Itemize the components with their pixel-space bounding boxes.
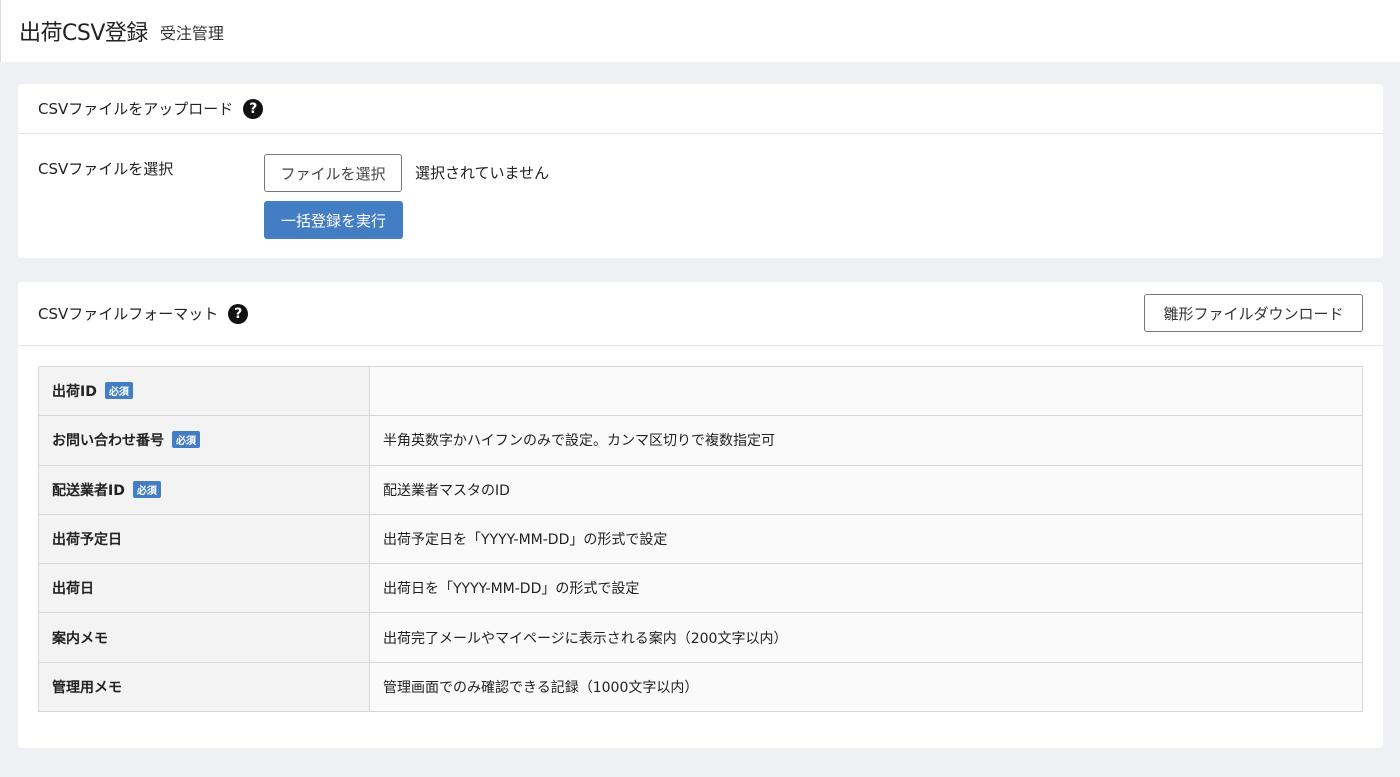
field-key-cell: 出荷日 <box>38 563 370 614</box>
field-key-cell: 出荷予定日 <box>38 513 370 565</box>
field-key-cell: 管理用メモ <box>38 661 370 713</box>
table-row: 配送業者ID 必須 配送業者マスタのID <box>38 464 1363 515</box>
field-key: 配送業者ID <box>52 482 125 499</box>
upload-card-body: CSVファイルを選択 ファイルを選択 選択されていません 一括登録を実行 <box>18 134 1383 257</box>
field-desc-cell: 管理画面でのみ確認できる記録（1000文字以内） <box>369 661 1363 713</box>
bulk-register-button[interactable]: 一括登録を実行 <box>264 201 403 239</box>
table-row: 管理用メモ 管理画面でのみ確認できる記録（1000文字以内） <box>38 661 1363 713</box>
upload-card-title: CSVファイルをアップロード <box>38 100 234 118</box>
page-header: 出荷CSV登録 受注管理 <box>0 0 1400 62</box>
format-table: 出荷ID 必須 お問い合わせ番号 必須 半角英数字かハイフンのみで設定。カンマ区切り… <box>38 365 1363 713</box>
field-key: 管理用メモ <box>52 679 122 696</box>
table-row: 案内メモ 出荷完了メールやマイページに表示される案内（200文字以内） <box>38 612 1363 663</box>
field-desc-cell: 配送業者マスタのID <box>369 464 1363 515</box>
choose-file-button[interactable]: ファイルを選択 <box>264 154 402 192</box>
field-desc-cell: 出荷予定日を「YYYY-MM-DD」の形式で設定 <box>369 513 1363 565</box>
upload-card: CSVファイルをアップロード ? CSVファイルを選択 ファイルを選択 選択され… <box>18 84 1383 258</box>
file-status-text: 選択されていません <box>415 164 550 182</box>
question-circle-icon[interactable]: ? <box>228 303 249 324</box>
field-key-cell: 案内メモ <box>38 612 370 663</box>
csv-file-label: CSVファイルを選択 <box>38 160 174 178</box>
field-desc-cell: 出荷日を「YYYY-MM-DD」の形式で設定 <box>369 563 1363 614</box>
page-subtitle: 受注管理 <box>159 24 224 43</box>
question-circle-icon[interactable]: ? <box>243 98 264 119</box>
table-row: 出荷日 出荷日を「YYYY-MM-DD」の形式で設定 <box>38 563 1363 614</box>
table-row: 出荷ID 必須 <box>38 365 1363 417</box>
field-key-cell: 配送業者ID 必須 <box>38 464 370 515</box>
field-key: 案内メモ <box>52 630 108 647</box>
table-row: 出荷予定日 出荷予定日を「YYYY-MM-DD」の形式で設定 <box>38 513 1363 565</box>
required-badge: 必須 <box>104 382 133 400</box>
upload-card-header: CSVファイルをアップロード ? <box>18 84 1383 134</box>
field-key: お問い合わせ番号 <box>52 433 164 450</box>
field-desc-cell <box>369 365 1363 417</box>
field-key: 出荷日 <box>52 581 94 598</box>
template-download-button[interactable]: 雛形ファイルダウンロード <box>1144 294 1363 332</box>
format-card: CSVファイルフォーマット ? 雛形ファイルダウンロード 出荷ID 必須 お問い合… <box>18 282 1383 748</box>
required-badge: 必須 <box>132 480 161 498</box>
format-card-title: CSVファイルフォーマット <box>38 305 219 323</box>
table-row: お問い合わせ番号 必須 半角英数字かハイフンのみで設定。カンマ区切りで複数指定可 <box>38 415 1363 466</box>
field-key-cell: お問い合わせ番号 必須 <box>38 415 370 466</box>
format-card-header: CSVファイルフォーマット ? 雛形ファイルダウンロード <box>18 282 1383 346</box>
field-desc-cell: 半角英数字かハイフンのみで設定。カンマ区切りで複数指定可 <box>369 415 1363 466</box>
page-title: 出荷CSV登録 <box>19 21 148 46</box>
required-badge: 必須 <box>172 431 200 449</box>
field-key-cell: 出荷ID 必須 <box>38 365 370 417</box>
field-key: 出荷予定日 <box>52 532 122 549</box>
field-key: 出荷ID <box>52 384 97 401</box>
field-desc-cell: 出荷完了メールやマイページに表示される案内（200文字以内） <box>369 612 1363 663</box>
